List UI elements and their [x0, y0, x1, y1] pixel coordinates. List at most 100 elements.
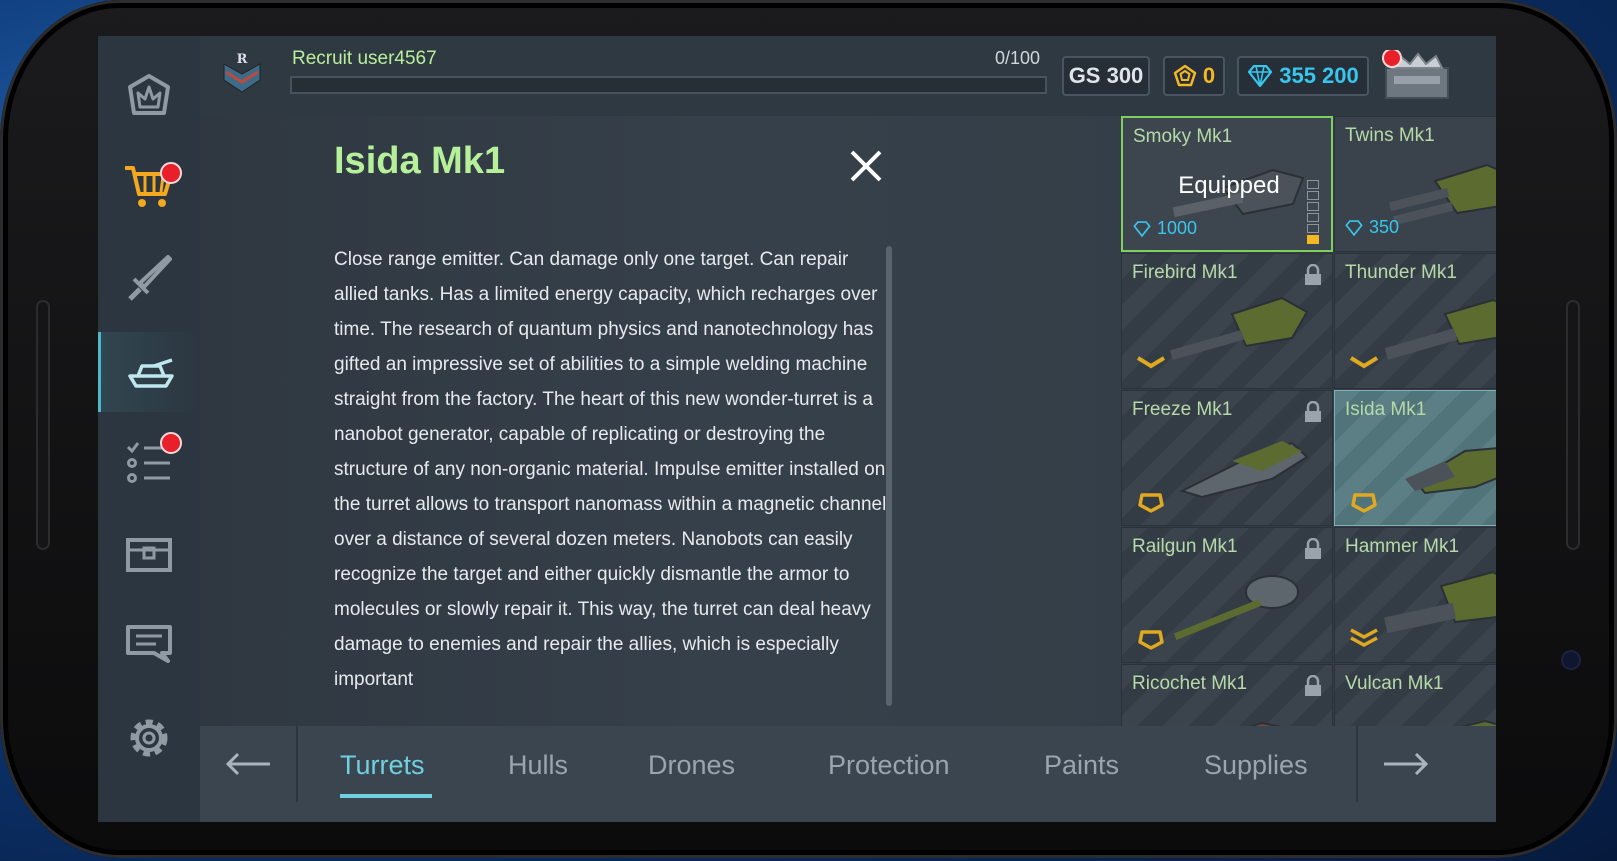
tank-icon [127, 358, 174, 388]
phone-frame: R Recruit user4567 0/100 GS 300 0 355 20… [0, 0, 1617, 858]
turret-card-smoky[interactable]: Smoky Mk1 Equipped 1000 [1121, 116, 1333, 252]
turret-name: Twins Mk1 [1345, 125, 1435, 146]
tab-turrets[interactable]: Turrets [340, 750, 425, 781]
sidebar-item-battle[interactable] [98, 238, 200, 318]
turret-name: Isida Mk1 [1345, 399, 1427, 420]
sidebar [98, 36, 200, 822]
xp-progress-bar [290, 76, 1047, 94]
turret-name: Ricochet Mk1 [1132, 673, 1248, 694]
turret-name: Railgun Mk1 [1132, 536, 1238, 557]
turret-card-thunder[interactable]: Thunder Mk1 [1334, 253, 1496, 389]
hammer-turret-icon [1384, 570, 1496, 634]
rank-double-chevron-icon [1350, 628, 1378, 647]
turret-price: 1000 [1133, 218, 1197, 239]
chest-icon [126, 538, 172, 572]
shop-chest-icon [1382, 48, 1449, 99]
player-name: Recruit user4567 [292, 48, 437, 69]
active-tab-underline [340, 794, 432, 798]
isida-turret-icon [1405, 447, 1496, 495]
rank-chevron-icon [1136, 356, 1166, 369]
tab-protection[interactable]: Protection [828, 750, 950, 781]
tab-supplies[interactable]: Supplies [1204, 750, 1308, 781]
xp-counter: 0/100 [995, 48, 1041, 68]
garage-content: Isida Mk1 Close range emitter. Can damag… [200, 116, 1496, 726]
rank-badge-icon [1351, 493, 1377, 513]
upgrade-level-meter [1307, 180, 1319, 244]
rank-insignia-icon: R [223, 52, 261, 93]
arrow-right-icon [1384, 752, 1429, 776]
rank-chevron-icon [1349, 356, 1379, 369]
freeze-turret-icon [1179, 441, 1309, 499]
firebird-turret-icon [1170, 296, 1309, 361]
sidebar-item-home[interactable] [98, 56, 200, 136]
turret-card-twins[interactable]: Twins Mk1 350 [1334, 116, 1496, 252]
tab-drones[interactable]: Drones [648, 750, 735, 781]
description-scrollbar[interactable] [886, 246, 892, 706]
thunder-turret-icon [1384, 298, 1496, 360]
turret-card-vulcan[interactable]: Vulcan Mk1 [1334, 664, 1496, 726]
turret-grid: Smoky Mk1 Equipped 1000 Twins Mk1 350 Fi… [1121, 116, 1496, 726]
star-pentagon-icon [1173, 64, 1197, 87]
phone-side-button-right [1566, 300, 1580, 550]
lock-icon [1305, 538, 1321, 559]
gear-icon [130, 719, 168, 757]
turret-name: Vulcan Mk1 [1345, 673, 1444, 694]
tabs-next-button[interactable] [1356, 726, 1454, 802]
vulcan-turret-icon [1460, 719, 1496, 726]
close-icon [850, 150, 882, 182]
crown-icon [128, 74, 170, 115]
missions-notification-badge [160, 432, 182, 454]
stars-value: 0 [1202, 63, 1216, 88]
tab-paints[interactable]: Paints [1044, 750, 1119, 781]
stars-balance[interactable]: 0 [1163, 56, 1225, 96]
top-bar: R Recruit user4567 0/100 GS 300 0 355 20… [200, 36, 1496, 116]
sidebar-item-missions[interactable] [98, 422, 200, 502]
crystal-icon [1248, 65, 1273, 87]
tabs-prev-button[interactable] [200, 726, 298, 802]
sidebar-item-garage[interactable] [98, 332, 200, 412]
turret-name: Smoky Mk1 [1133, 126, 1233, 147]
sword-icon [128, 255, 172, 301]
turret-card-ricochet[interactable]: Ricochet Mk1 [1121, 664, 1333, 726]
crystals-value: 355 200 [1279, 63, 1359, 88]
ricochet-turret-icon [1248, 721, 1283, 726]
gear-score-value: GS 300 [1068, 63, 1144, 88]
lock-icon [1305, 401, 1321, 422]
phone-side-button-left [36, 300, 50, 550]
crystal-icon [1345, 219, 1363, 236]
equipped-label: Equipped [1178, 172, 1280, 199]
turret-card-hammer[interactable]: Hammer Mk1 [1334, 527, 1496, 663]
turret-name: Firebird Mk1 [1132, 262, 1238, 283]
sidebar-item-chat[interactable] [98, 604, 200, 684]
turret-price: 350 [1345, 217, 1399, 238]
close-button[interactable] [846, 146, 886, 186]
turret-name: Hammer Mk1 [1345, 536, 1460, 557]
rank-badge-icon [1138, 493, 1164, 513]
shop-notification-badge [160, 162, 182, 184]
railgun-turret-icon [1173, 575, 1299, 641]
arrow-left-icon [225, 752, 270, 776]
turret-card-freeze[interactable]: Freeze Mk1 [1121, 390, 1333, 526]
item-description: Close range emitter. Can damage only one… [334, 249, 887, 690]
sidebar-item-shop[interactable] [98, 146, 200, 226]
turret-name: Freeze Mk1 [1132, 399, 1233, 420]
category-tabs: Turrets Hulls Drones Protection Paints S… [200, 726, 1496, 822]
turret-card-railgun[interactable]: Railgun Mk1 [1121, 527, 1333, 663]
sidebar-item-containers[interactable] [98, 514, 200, 594]
game-screen: R Recruit user4567 0/100 GS 300 0 355 20… [98, 36, 1496, 822]
chat-icon [126, 625, 172, 663]
gear-score-badge: GS 300 [1062, 56, 1150, 96]
tab-hulls[interactable]: Hulls [508, 750, 568, 781]
item-title: Isida Mk1 [334, 140, 506, 182]
crystals-balance[interactable]: 355 200 [1237, 56, 1369, 96]
lock-icon [1305, 264, 1321, 285]
lock-icon [1305, 675, 1321, 696]
turret-card-firebird[interactable]: Firebird Mk1 [1121, 253, 1333, 389]
rank-badge-icon [1138, 630, 1164, 650]
svg-text:R: R [237, 52, 248, 67]
sidebar-item-settings[interactable] [98, 698, 200, 778]
phone-camera [1563, 652, 1579, 668]
turret-card-isida[interactable]: Isida Mk1 [1334, 390, 1496, 526]
turret-name: Thunder Mk1 [1345, 262, 1457, 283]
shop-button[interactable] [1380, 48, 1452, 104]
